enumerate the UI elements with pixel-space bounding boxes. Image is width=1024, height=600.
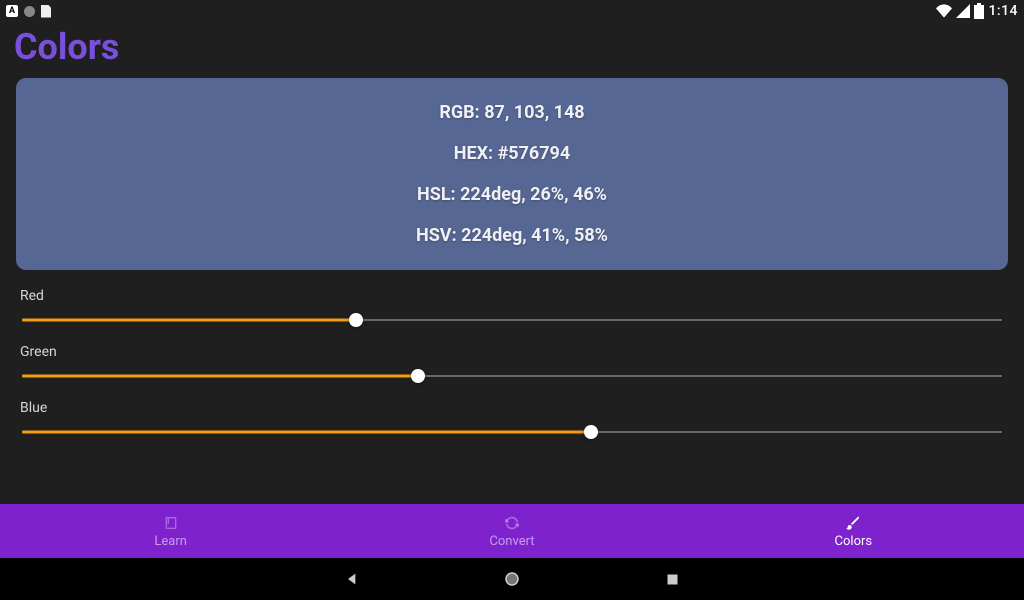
color-preview-panel: RGB: 87, 103, 148 HEX: #576794 HSL: 224d… bbox=[16, 78, 1008, 270]
app-indicator-icon: A bbox=[6, 5, 18, 17]
hsv-value: HSV: 224deg, 41%, 58% bbox=[416, 225, 608, 246]
green-slider-label: Green bbox=[16, 344, 1008, 360]
blue-slider[interactable] bbox=[16, 422, 1008, 442]
blue-slider-label: Blue bbox=[16, 400, 1008, 416]
red-slider[interactable] bbox=[16, 310, 1008, 330]
blue-slider-fill bbox=[22, 431, 591, 434]
brush-icon bbox=[844, 514, 862, 532]
document-status-icon bbox=[41, 5, 51, 18]
blue-slider-thumb[interactable] bbox=[584, 425, 598, 439]
status-bar: A 1:14 bbox=[0, 0, 1024, 22]
bottom-nav: Learn Convert Colors bbox=[0, 504, 1024, 558]
android-system-nav bbox=[0, 558, 1024, 600]
nav-colors[interactable]: Colors bbox=[683, 504, 1024, 558]
red-slider-label: Red bbox=[16, 288, 1008, 304]
home-button[interactable] bbox=[502, 569, 522, 589]
back-button[interactable] bbox=[342, 569, 362, 589]
nav-colors-label: Colors bbox=[835, 534, 873, 549]
status-clock: 1:14 bbox=[988, 3, 1018, 19]
recent-apps-button[interactable] bbox=[662, 569, 682, 589]
battery-icon bbox=[974, 3, 984, 19]
circle-status-icon bbox=[24, 6, 35, 17]
page-title: Colors bbox=[0, 22, 1024, 78]
red-slider-fill bbox=[22, 319, 356, 322]
green-slider-fill bbox=[22, 375, 418, 378]
nav-learn-label: Learn bbox=[154, 534, 187, 549]
hex-value: HEX: #576794 bbox=[454, 143, 570, 164]
nav-convert[interactable]: Convert bbox=[341, 504, 682, 558]
green-slider[interactable] bbox=[16, 366, 1008, 386]
nav-convert-label: Convert bbox=[489, 534, 534, 549]
wifi-icon bbox=[936, 4, 952, 18]
hsl-value: HSL: 224deg, 26%, 46% bbox=[417, 184, 607, 205]
cell-signal-icon bbox=[956, 4, 970, 18]
rgb-value: RGB: 87, 103, 148 bbox=[439, 102, 584, 123]
book-icon bbox=[162, 514, 180, 532]
nav-learn[interactable]: Learn bbox=[0, 504, 341, 558]
green-slider-thumb[interactable] bbox=[411, 369, 425, 383]
red-slider-thumb[interactable] bbox=[349, 313, 363, 327]
refresh-icon bbox=[503, 514, 521, 532]
